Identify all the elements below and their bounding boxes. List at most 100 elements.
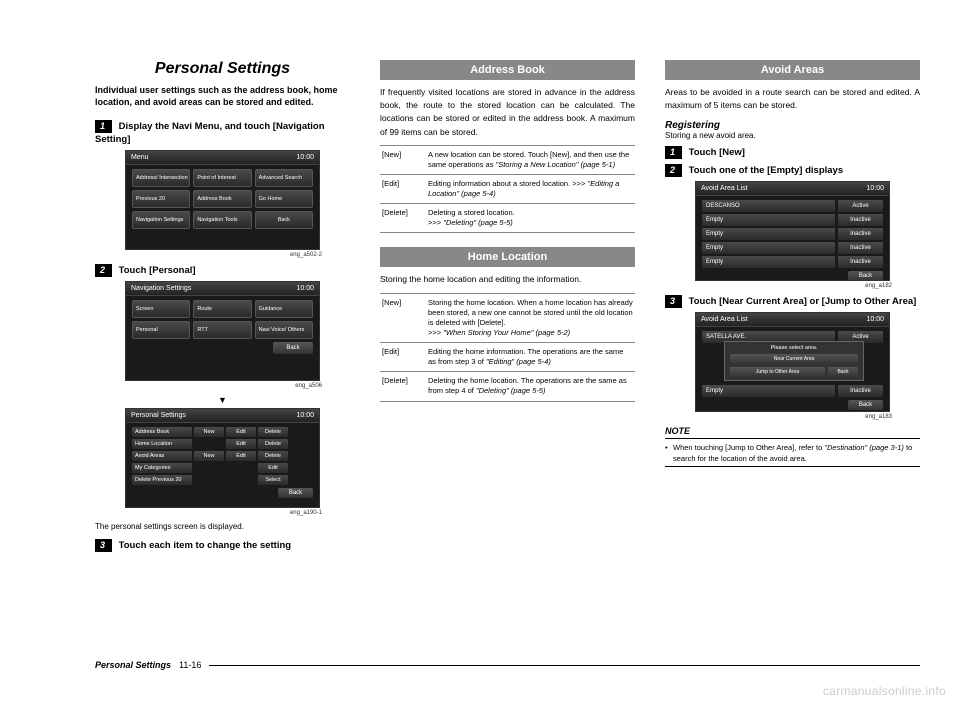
caption-sc1: eng_a502-2: [95, 252, 350, 258]
nav-btn[interactable]: Guidance: [255, 300, 313, 318]
ps-label: My Categories: [132, 463, 192, 473]
ps-label: Home Location: [132, 439, 192, 449]
dialog-title: Please select area.: [730, 345, 858, 351]
def-key: [Edit]: [380, 174, 426, 203]
def-key: [New]: [380, 293, 426, 343]
ps-delete[interactable]: Delete: [258, 439, 288, 449]
step-1: 1 Display the Navi Menu, and touch [Navi…: [95, 120, 350, 146]
avoid-status: Inactive: [838, 228, 883, 240]
select-area-dialog: Please select area. Near Current Area Ju…: [724, 341, 864, 381]
screenshot-menu: Menu 10:00 Address/ Intersection Point o…: [125, 150, 320, 250]
nav-btn[interactable]: Route: [193, 300, 251, 318]
step-num-3: 3: [95, 539, 112, 552]
footer-rule: [209, 665, 920, 666]
sc-avoid-title: Avoid Area List: [701, 185, 748, 192]
registering-sub: Storing a new avoid area.: [665, 131, 920, 140]
ps-delete[interactable]: Delete: [258, 427, 288, 437]
menu-btn[interactable]: Advanced Search: [255, 169, 313, 187]
sc3-title: Personal Settings: [131, 412, 186, 419]
nav-btn[interactable]: Personal: [132, 321, 190, 339]
sc3-clock: 10:00: [296, 412, 314, 419]
caption-avoid2: eng_a183: [665, 414, 920, 420]
avoid-item[interactable]: Empty: [702, 228, 835, 240]
ps-label: Avoid Areas: [132, 451, 192, 461]
dialog-back-button[interactable]: Back: [828, 367, 858, 377]
avoid-step-1-text: Touch [New]: [689, 147, 745, 158]
step-num-2: 2: [665, 164, 682, 177]
registering-heading: Registering: [665, 120, 920, 131]
avoid-step-2: 2 Touch one of the [Empty] displays: [665, 164, 920, 177]
step-2: 2 Touch [Personal]: [95, 264, 350, 277]
avoid-status: Inactive: [838, 385, 883, 397]
intro-text: Individual user settings such as the add…: [95, 84, 350, 108]
back-button[interactable]: Back: [848, 271, 883, 281]
body-text: The personal settings screen is displaye…: [95, 522, 350, 533]
menu-btn[interactable]: Previous 20: [132, 190, 190, 208]
def-val: Deleting a stored location.>>> "Deleting…: [426, 204, 635, 233]
nav-btn[interactable]: RTT: [193, 321, 251, 339]
watermark: carmanualsonline.info: [823, 684, 946, 698]
menu-btn[interactable]: Navigation Tools: [193, 211, 251, 229]
back-button[interactable]: Back: [848, 400, 883, 410]
menu-btn[interactable]: Point of Interest: [193, 169, 251, 187]
ps-new[interactable]: New: [194, 427, 224, 437]
sc-avoid2-clock: 10:00: [866, 316, 884, 323]
sc1-clock: 10:00: [296, 154, 314, 161]
sc-avoid-clock: 10:00: [866, 185, 884, 192]
caption-sc2: eng_a506: [95, 383, 350, 389]
avoid-status: Inactive: [838, 242, 883, 254]
screenshot-avoid-dialog: Avoid Area List 10:00 SATELLA AVE.Active…: [695, 312, 890, 412]
def-key: [Edit]: [380, 343, 426, 372]
page-footer: Personal Settings 11-16: [95, 660, 920, 670]
def-val: Editing the home information. The operat…: [426, 343, 635, 372]
footer-title: Personal Settings: [95, 660, 171, 670]
note-rule: [665, 466, 920, 467]
def-val: A new location can be stored. Touch [New…: [426, 145, 635, 174]
avoid-item[interactable]: Empty: [702, 242, 835, 254]
ps-edit[interactable]: Edit: [226, 427, 256, 437]
nav-btn[interactable]: Screen: [132, 300, 190, 318]
menu-btn[interactable]: Navigation Settings: [132, 211, 190, 229]
menu-btn[interactable]: Go Home: [255, 190, 313, 208]
column-left: Personal Settings Individual user settin…: [95, 60, 350, 556]
step-num-1: 1: [665, 146, 682, 159]
ps-label: Delete Previous 20: [132, 475, 192, 485]
avoid-item[interactable]: Empty: [702, 385, 835, 397]
back-button[interactable]: Back: [278, 488, 313, 498]
column-middle: Address Book If frequently visited locat…: [380, 60, 635, 556]
sc2-clock: 10:00: [296, 285, 314, 292]
address-book-table: [New] A new location can be stored. Touc…: [380, 145, 635, 234]
step-3: 3 Touch each item to change the setting: [95, 539, 350, 552]
def-key: [Delete]: [380, 372, 426, 401]
ps-delete[interactable]: Delete: [258, 451, 288, 461]
step-3-text: Touch each item to change the setting: [119, 540, 291, 551]
menu-btn[interactable]: Address Book: [193, 190, 251, 208]
ps-edit[interactable]: Edit: [258, 463, 288, 473]
note-body: When touching [Jump to Other Area], refe…: [665, 443, 920, 463]
near-current-area-button[interactable]: Near Current Area: [730, 354, 858, 364]
note-label: NOTE: [665, 426, 920, 436]
avoid-item[interactable]: Empty: [702, 214, 835, 226]
avoid-areas-desc: Areas to be avoided in a route search ca…: [665, 86, 920, 112]
back-button[interactable]: Back: [255, 211, 313, 229]
ps-select[interactable]: Select: [258, 475, 288, 485]
avoid-step-3-text: Touch [Near Current Area] or [Jump to Ot…: [689, 296, 917, 307]
page-title: Personal Settings: [95, 60, 350, 78]
ps-new[interactable]: New: [194, 451, 224, 461]
ps-label: Address Book: [132, 427, 192, 437]
ps-edit[interactable]: Edit: [226, 439, 256, 449]
def-val: Storing the home location. When a home l…: [426, 293, 635, 343]
jump-to-other-area-button[interactable]: Jump to Other Area: [730, 367, 825, 377]
section-home-location: Home Location: [380, 247, 635, 267]
avoid-item[interactable]: Empty: [702, 256, 835, 268]
menu-btn[interactable]: Address/ Intersection: [132, 169, 190, 187]
screenshot-nav-settings: Navigation Settings 10:00 Screen Route G…: [125, 281, 320, 381]
section-avoid-areas: Avoid Areas: [665, 60, 920, 80]
nav-btn[interactable]: Navi Voice/ Others: [255, 321, 313, 339]
back-button[interactable]: Back: [273, 342, 313, 354]
avoid-status: Inactive: [838, 214, 883, 226]
sc1-title: Menu: [131, 154, 149, 161]
ps-edit[interactable]: Edit: [226, 451, 256, 461]
avoid-item[interactable]: DESCANSO: [702, 200, 835, 212]
def-val: Deleting the home location. The operatio…: [426, 372, 635, 401]
